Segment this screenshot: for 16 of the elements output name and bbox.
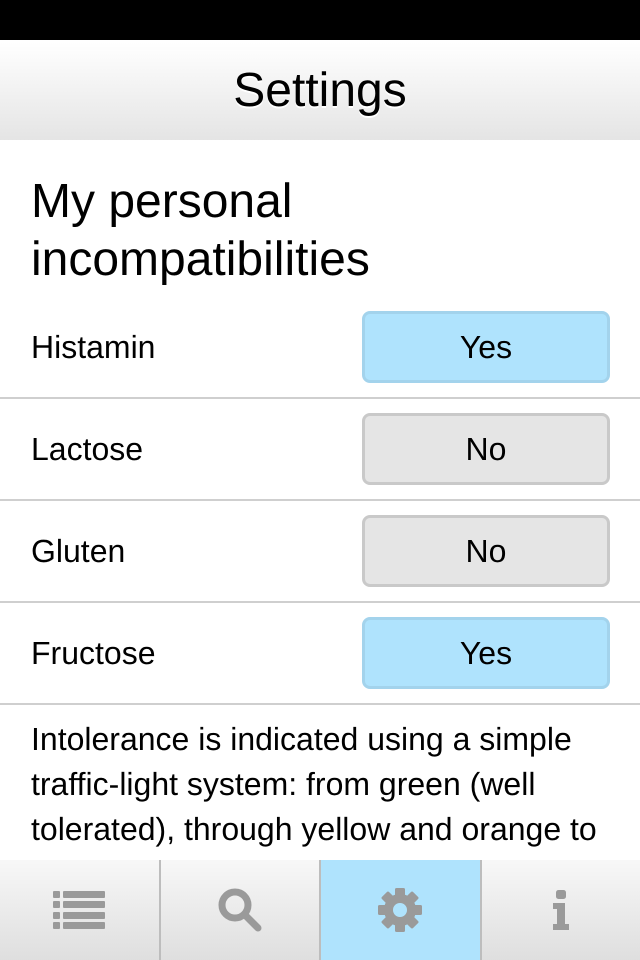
info-icon xyxy=(552,890,570,930)
settings-tab[interactable] xyxy=(319,860,480,960)
toggle-button[interactable]: Yes xyxy=(362,311,610,383)
intolerance-label: Gluten xyxy=(31,532,126,570)
intolerance-label: Fructose xyxy=(31,634,156,672)
info-paragraph: Intolerance is indicated using a simple traffic-light system: from green (well tolerated), through yellow and orange to xyxy=(31,720,598,849)
section-heading: My personal incompatibilities xyxy=(31,174,371,288)
gear-icon xyxy=(378,888,422,932)
toggle-button[interactable]: No xyxy=(362,515,610,587)
screen-title: Settings xyxy=(233,62,407,118)
toggle-button[interactable]: No xyxy=(362,413,610,485)
intolerance-label: Lactose xyxy=(31,430,144,468)
toggle-button[interactable]: Yes xyxy=(362,617,610,689)
search-icon xyxy=(218,888,262,932)
intolerance-label: Histamin xyxy=(31,328,156,366)
list-icon xyxy=(53,891,106,929)
